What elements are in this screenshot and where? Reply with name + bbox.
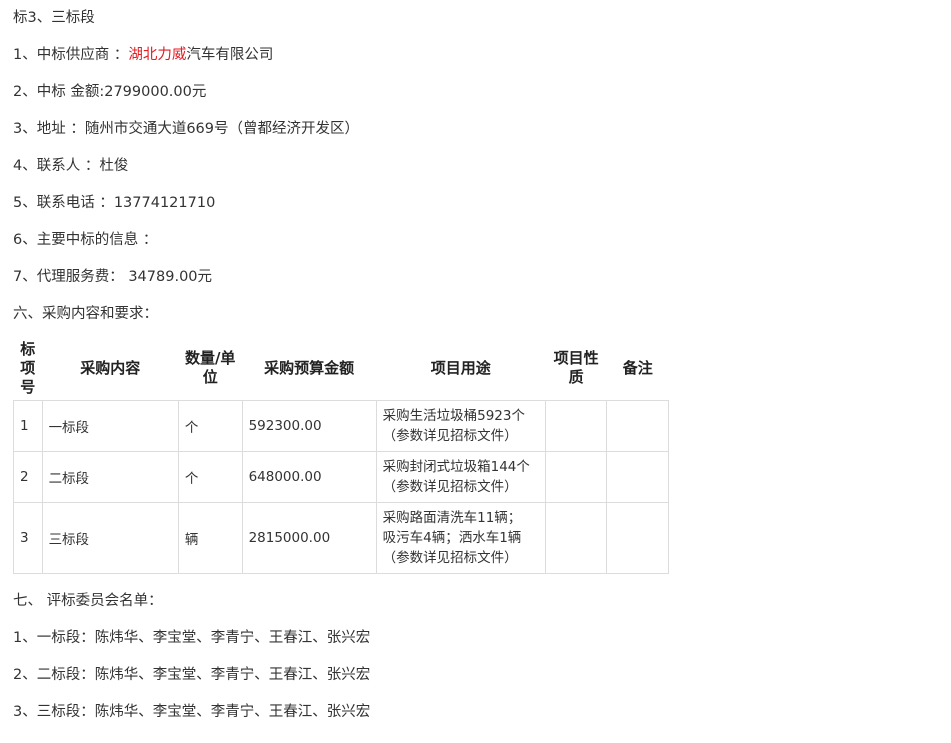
cell-unit: 个 bbox=[177, 399, 243, 452]
cell-remark bbox=[606, 450, 669, 503]
table-row: 2 二标段 个 648000.00 采购封闭式垃圾箱144个 （参数详见招标文件） bbox=[13, 450, 669, 503]
main-info-line: 6、主要中标的信息 ： bbox=[13, 232, 158, 248]
amount-line: 2、中标 金额:2799000.00元 bbox=[13, 84, 207, 100]
cell-unit: 辆 bbox=[177, 501, 243, 574]
committee-heading: 七、 评标委员会名单： bbox=[13, 592, 163, 609]
supplier-line: 1、中标供应商 ：湖北力威汽车有限公司 bbox=[13, 37, 951, 74]
cell-content: 三标段 bbox=[41, 501, 179, 574]
cell-content: 二标段 bbox=[41, 450, 179, 503]
col-header: 采购预算金额 bbox=[264, 358, 355, 377]
contact-line: 4、联系人 ：杜俊 bbox=[13, 158, 129, 174]
cell-use: 采购生活垃圾桶5923个 （参数详见招标文件） bbox=[375, 399, 546, 452]
col-header: 项目用途 bbox=[430, 358, 491, 377]
supplier-name-highlight: 湖北力威 bbox=[128, 47, 187, 63]
supplier-label: 1、中标供应商 ： bbox=[13, 47, 129, 63]
table-row: 3 三标段 辆 2815000.00 采购路面清洗车11辆； 吸污车4辆；洒水车1… bbox=[13, 501, 669, 574]
cell-no: 3 bbox=[13, 501, 43, 574]
col-header: 项目性质 bbox=[553, 349, 599, 387]
cell-nature bbox=[544, 450, 608, 503]
cell-remark bbox=[606, 399, 669, 452]
committee-line: 2、二标段：陈炜华、李宝堂、李青宁、王春江、张兴宏 bbox=[13, 666, 371, 683]
cell-budget: 2815000.00 bbox=[241, 501, 377, 574]
cell-budget: 592300.00 bbox=[241, 399, 377, 452]
procurement-heading: 六、采购内容和要求： bbox=[13, 306, 158, 322]
cell-use: 采购路面清洗车11辆； 吸污车4辆；洒水车1辆 （参数详见招标文件） bbox=[375, 501, 546, 574]
cell-unit: 个 bbox=[177, 450, 243, 503]
committee-line: 3、三标段：陈炜华、李宝堂、李青宁、王春江、张兴宏 bbox=[13, 703, 371, 720]
agency-fee-line: 7、代理服务费： 34789.00元 bbox=[13, 269, 213, 285]
cell-budget: 648000.00 bbox=[241, 450, 377, 503]
cell-no: 2 bbox=[13, 450, 43, 503]
address-line: 3、地址 ：随州市交通大道669号（曾都经济开发区） bbox=[13, 121, 360, 137]
cell-use: 采购封闭式垃圾箱144个 （参数详见招标文件） bbox=[375, 450, 546, 503]
cell-remark bbox=[606, 501, 669, 574]
table-header-row: 标项号 采购内容 数量/单位 采购预算金额 项目用途 项目性质 备注 bbox=[14, 337, 669, 400]
col-header: 采购内容 bbox=[80, 358, 141, 377]
cell-no: 1 bbox=[13, 399, 43, 452]
supplier-name-rest: 汽车有限公司 bbox=[186, 47, 274, 63]
col-header: 备注 bbox=[622, 358, 653, 377]
col-header: 标项号 bbox=[20, 339, 36, 396]
announcement: 标3、三标段 1、中标供应商 ：湖北力威汽车有限公司 2、中标 金额:27990… bbox=[0, 0, 951, 731]
cell-content: 一标段 bbox=[41, 399, 179, 452]
table-row: 1 一标段 个 592300.00 采购生活垃圾桶5923个 （参数详见招标文件） bbox=[13, 399, 669, 452]
committee-line: 1、一标段：陈炜华、李宝堂、李青宁、王春江、张兴宏 bbox=[13, 629, 371, 646]
section-title: 标3、三标段 bbox=[13, 10, 95, 26]
procurement-table: 标项号 采购内容 数量/单位 采购预算金额 项目用途 项目性质 备注 1 一标段… bbox=[13, 337, 669, 574]
cell-nature bbox=[544, 399, 608, 452]
phone-line: 5、联系电话 ：13774121710 bbox=[13, 195, 216, 211]
cell-nature bbox=[544, 501, 608, 574]
col-header: 数量/单位 bbox=[184, 349, 236, 387]
